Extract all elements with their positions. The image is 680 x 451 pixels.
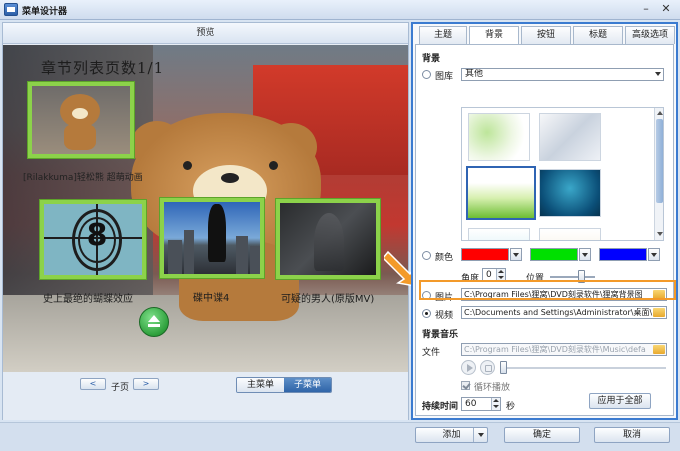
gallery-thumbnail-selected[interactable] [466,166,536,220]
main-menu-button[interactable]: 主菜单 [237,378,284,392]
chapter-thumbnail-1[interactable] [28,82,134,158]
color-swatch-green[interactable] [530,248,578,261]
music-file-label: 文件 [422,348,441,358]
gallery-category-select[interactable]: 其他 [461,68,664,81]
thumb-bear-muzzle [72,108,88,119]
thumb-bear-body [64,124,96,150]
city-tower [184,230,194,274]
play-icon[interactable] [461,360,476,375]
color-radio[interactable] [422,251,431,260]
countdown-number: 8 [86,218,108,253]
dark-figure [314,213,344,271]
next-page-button[interactable]: > [133,378,159,390]
gallery-thumbnail[interactable] [468,228,530,240]
preview-header: 预览 [3,23,408,44]
preview-panel: 预览 章节列表页数1/1 [Rilakkuma]轻松熊 超萌动画 8 史上最绝的… [2,22,409,420]
preview-footer [3,372,408,420]
scroll-thumb[interactable] [656,119,663,203]
chapter-label-2[interactable]: 史上最绝的蝴蝶效应 [43,290,133,305]
ok-button[interactable]: 确定 [504,427,580,443]
close-button[interactable]: ✕ [656,1,676,18]
loop-label: 循环播放 [474,383,511,393]
cancel-button[interactable]: 取消 [594,427,670,443]
chapter-label-1[interactable]: [Rilakkuma]轻松熊 超萌动画 [23,170,143,183]
duration-spinbox[interactable]: 60 [461,397,501,411]
minimize-button[interactable]: – [636,1,656,18]
chapter-label-4[interactable]: 可疑的男人(原版MV) [281,290,374,305]
duration-value: 60 [465,399,477,409]
gallery-label: 图库 [435,72,454,82]
bear-eye-right [269,161,278,170]
video-radio[interactable] [422,309,431,318]
music-progress-thumb[interactable] [500,361,507,374]
sub-menu-button[interactable]: 子菜单 [284,378,331,392]
silhouette-man [208,204,226,262]
volume-icon[interactable] [480,360,495,375]
music-section-title: 背景音乐 [422,330,459,340]
tab-buttons[interactable]: 按钮 [521,26,571,44]
color-dropdown-red[interactable] [510,248,522,261]
video-highlight-box [419,280,676,300]
scroll-up-icon[interactable] [657,111,663,115]
settings-panel: 主题 背景 按钮 标题 高级选项 背景 图库 其他 颜色 角度 0 位置 图片 … [411,22,678,420]
background-section-title: 背景 [422,54,441,64]
duration-spin-arrows[interactable] [491,398,500,410]
tab-advanced[interactable]: 高级选项 [625,26,675,44]
tab-background[interactable]: 背景 [469,26,519,45]
chapter-thumbnail-2[interactable]: 8 [40,200,146,279]
background-gallery [461,107,664,241]
color-dropdown-blue[interactable] [648,248,660,261]
bear-eye-left [183,161,192,170]
title-bar: 菜单设计器 – ✕ [0,0,680,20]
gallery-thumbnail[interactable] [468,113,530,161]
background-tab-panel: 背景 图库 其他 颜色 角度 0 位置 图片 C:\Program Files\… [415,44,674,416]
gallery-scrollbar[interactable] [654,108,663,240]
subpage-label: 子页 [111,383,130,393]
chapter-list-title[interactable]: 章节列表页数1/1 [41,57,164,78]
folder-icon[interactable] [653,345,665,354]
color-swatch-blue[interactable] [599,248,647,261]
gallery-thumbnail[interactable] [539,169,601,217]
apply-to-all-button[interactable]: 应用于全部 [589,393,651,409]
music-path-value: C:\Program Files\狸窝\DVD刻录软件\Music\defa [464,345,646,354]
scroll-down-icon[interactable] [657,232,663,236]
loop-checkbox[interactable] [461,381,470,390]
duration-unit: 秒 [506,402,516,412]
eject-icon[interactable] [139,307,169,337]
tab-title[interactable]: 标题 [573,26,623,44]
chevron-down-icon[interactable] [473,428,487,442]
music-progress-track[interactable] [500,367,666,369]
video-path-value: C:\Documents and Settings\Administrator\… [464,308,653,317]
prev-page-button[interactable]: < [80,378,106,390]
video-path-field[interactable]: C:\Documents and Settings\Administrator\… [461,306,667,319]
gallery-radio[interactable] [422,70,431,79]
color-label: 颜色 [435,253,454,263]
folder-icon[interactable] [653,308,665,317]
gallery-thumbnail[interactable] [539,228,601,240]
city-tower [168,240,182,274]
add-button-label: 添加 [442,430,461,440]
settings-tabs: 主题 背景 按钮 标题 高级选项 [415,26,675,45]
city-tower [236,236,248,274]
color-swatch-red[interactable] [461,248,509,261]
menu-toggle[interactable]: 主菜单 子菜单 [236,377,332,393]
add-button[interactable]: 添加 [415,427,488,443]
bear-nose [221,173,239,183]
window-title: 菜单设计器 [22,7,68,17]
city-tower [250,246,260,274]
gallery-thumbnail[interactable] [539,113,601,161]
chapter-label-3[interactable]: 碟中谍4 [193,289,229,304]
duration-label: 持续时间 [422,402,459,412]
music-path-field[interactable]: C:\Program Files\狸窝\DVD刻录软件\Music\defa [461,343,667,356]
chevron-down-icon [655,72,661,76]
position-slider-track[interactable] [550,276,595,278]
color-dropdown-green[interactable] [579,248,591,261]
chapter-thumbnail-4[interactable] [276,199,380,279]
angle-value: 0 [486,270,492,280]
tab-theme[interactable]: 主题 [419,26,467,44]
chapter-thumbnail-3[interactable] [160,198,264,278]
app-icon [4,3,18,16]
video-label: 视频 [435,311,454,321]
gallery-category-value: 其他 [465,69,484,79]
